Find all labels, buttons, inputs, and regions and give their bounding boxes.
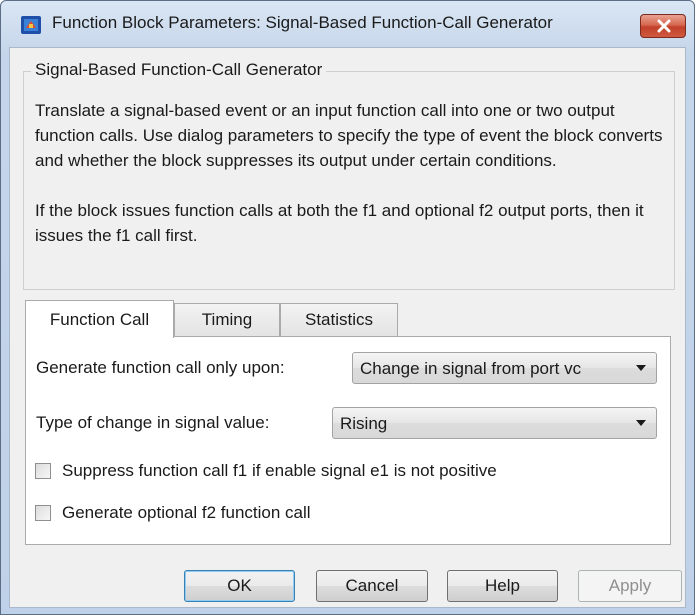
- block-description: Translate a signal-based event or an inp…: [35, 98, 675, 248]
- tab-statistics[interactable]: Statistics: [280, 303, 398, 337]
- tab-timing[interactable]: Timing: [174, 303, 280, 337]
- ok-button[interactable]: OK: [184, 570, 295, 602]
- description-paragraph-2: If the block issues function calls at bo…: [35, 201, 644, 245]
- suppress-f1-label[interactable]: Suppress function call f1 if enable sign…: [62, 461, 497, 481]
- apply-button: Apply: [578, 570, 682, 602]
- dialog-client-area: Signal-Based Function-Call Generator Tra…: [9, 47, 686, 608]
- simulink-block-icon: [20, 14, 42, 36]
- window-title: Function Block Parameters: Signal-Based …: [52, 13, 553, 32]
- title-bar[interactable]: Function Block Parameters: Signal-Based …: [1, 1, 694, 47]
- generate-call-label: Generate function call only upon:: [36, 358, 285, 377]
- change-type-dropdown[interactable]: Rising: [332, 407, 657, 439]
- tab-function-call[interactable]: Function Call: [25, 300, 174, 338]
- suppress-f1-checkbox[interactable]: [35, 463, 51, 479]
- generate-call-value: Change in signal from port vc: [360, 359, 582, 378]
- optional-f2-label[interactable]: Generate optional f2 function call: [62, 503, 311, 523]
- close-icon: [657, 19, 671, 33]
- optional-f2-checkbox[interactable]: [35, 505, 51, 521]
- cancel-button[interactable]: Cancel: [316, 570, 428, 602]
- description-paragraph-1: Translate a signal-based event or an inp…: [35, 101, 663, 170]
- group-title: Signal-Based Function-Call Generator: [31, 60, 327, 80]
- chevron-down-icon: [636, 365, 646, 371]
- dialog-window: Function Block Parameters: Signal-Based …: [0, 0, 695, 615]
- close-button[interactable]: [640, 14, 686, 38]
- change-type-label: Type of change in signal value:: [36, 413, 270, 432]
- function-call-panel: Generate function call only upon: Change…: [25, 336, 671, 545]
- chevron-down-icon: [636, 420, 646, 426]
- help-button[interactable]: Help: [447, 570, 558, 602]
- generate-call-dropdown[interactable]: Change in signal from port vc: [352, 352, 657, 384]
- change-type-value: Rising: [340, 414, 388, 433]
